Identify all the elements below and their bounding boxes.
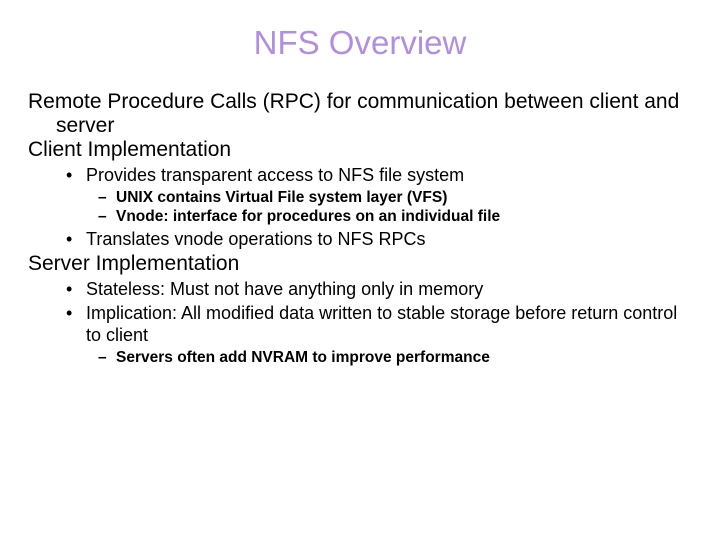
server-sublist: Servers often add NVRAM to improve perfo… — [86, 348, 692, 367]
list-item: Translates vnode operations to NFS RPCs — [86, 228, 692, 251]
list-item: Implication: All modified data written t… — [86, 302, 692, 367]
list-item: UNIX contains Virtual File system layer … — [116, 188, 692, 207]
list-item: Provides transparent access to NFS file … — [86, 164, 692, 226]
client-sublist: UNIX contains Virtual File system layer … — [86, 188, 692, 227]
slide-title: NFS Overview — [28, 24, 692, 62]
client-list: Provides transparent access to NFS file … — [28, 164, 692, 250]
slide: NFS Overview Remote Procedure Calls (RPC… — [0, 0, 720, 540]
bullet-text: Provides transparent access to NFS file … — [86, 165, 464, 185]
client-heading: Client Implementation — [28, 138, 692, 162]
server-list: Stateless: Must not have anything only i… — [28, 278, 692, 367]
list-item: Servers often add NVRAM to improve perfo… — [116, 348, 692, 367]
list-item: Stateless: Must not have anything only i… — [86, 278, 692, 301]
server-heading: Server Implementation — [28, 252, 692, 276]
list-item: Vnode: interface for procedures on an in… — [116, 207, 692, 226]
bullet-text: Implication: All modified data written t… — [86, 303, 677, 346]
intro-text: Remote Procedure Calls (RPC) for communi… — [28, 90, 692, 138]
